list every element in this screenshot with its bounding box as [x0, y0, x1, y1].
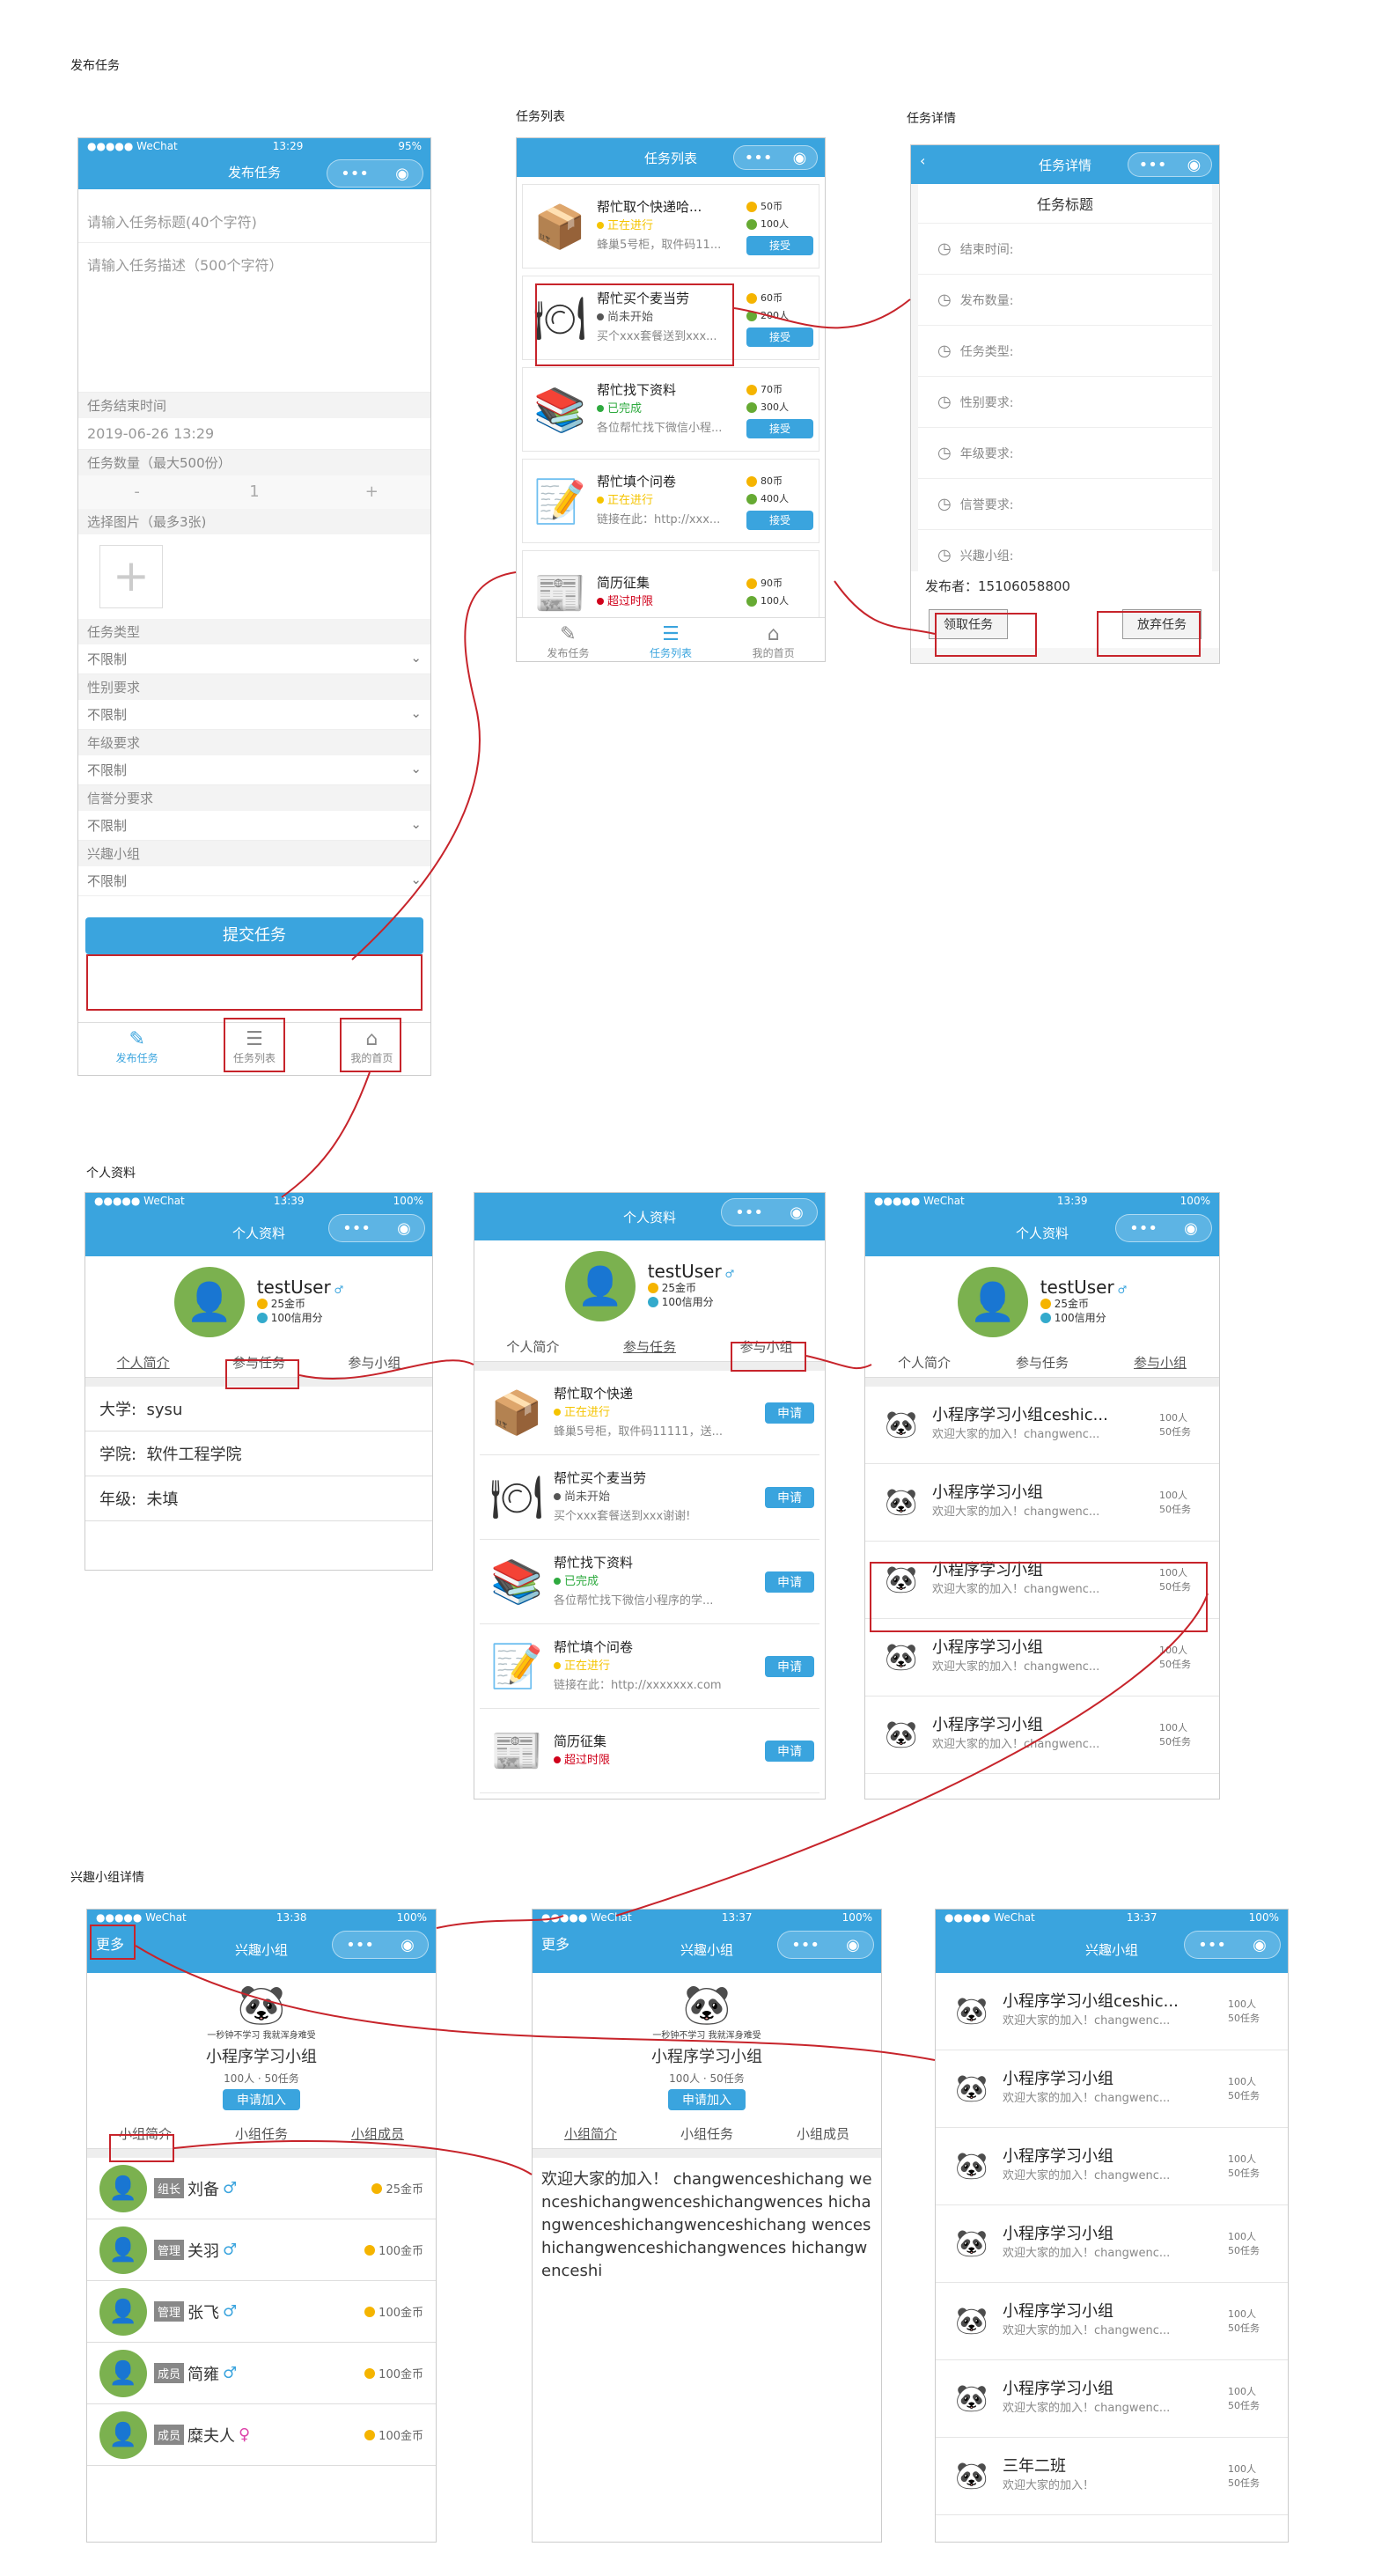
arrow-list-detail	[834, 580, 936, 635]
arrow-submit-list	[351, 571, 517, 960]
arrow-group-row	[615, 1593, 1209, 1917]
arrow-card-detail	[733, 298, 911, 329]
arrow-home-profile	[281, 1071, 371, 1198]
flow-arrows	[135, 298, 1209, 2175]
arrow-intro-tab	[173, 2139, 533, 2175]
arrow-tab-groups	[805, 1355, 872, 1370]
arrow-top-profile	[436, 1915, 564, 1929]
arrow-more-list	[135, 1945, 936, 2061]
arrow-tab-tasks	[298, 1359, 474, 1380]
